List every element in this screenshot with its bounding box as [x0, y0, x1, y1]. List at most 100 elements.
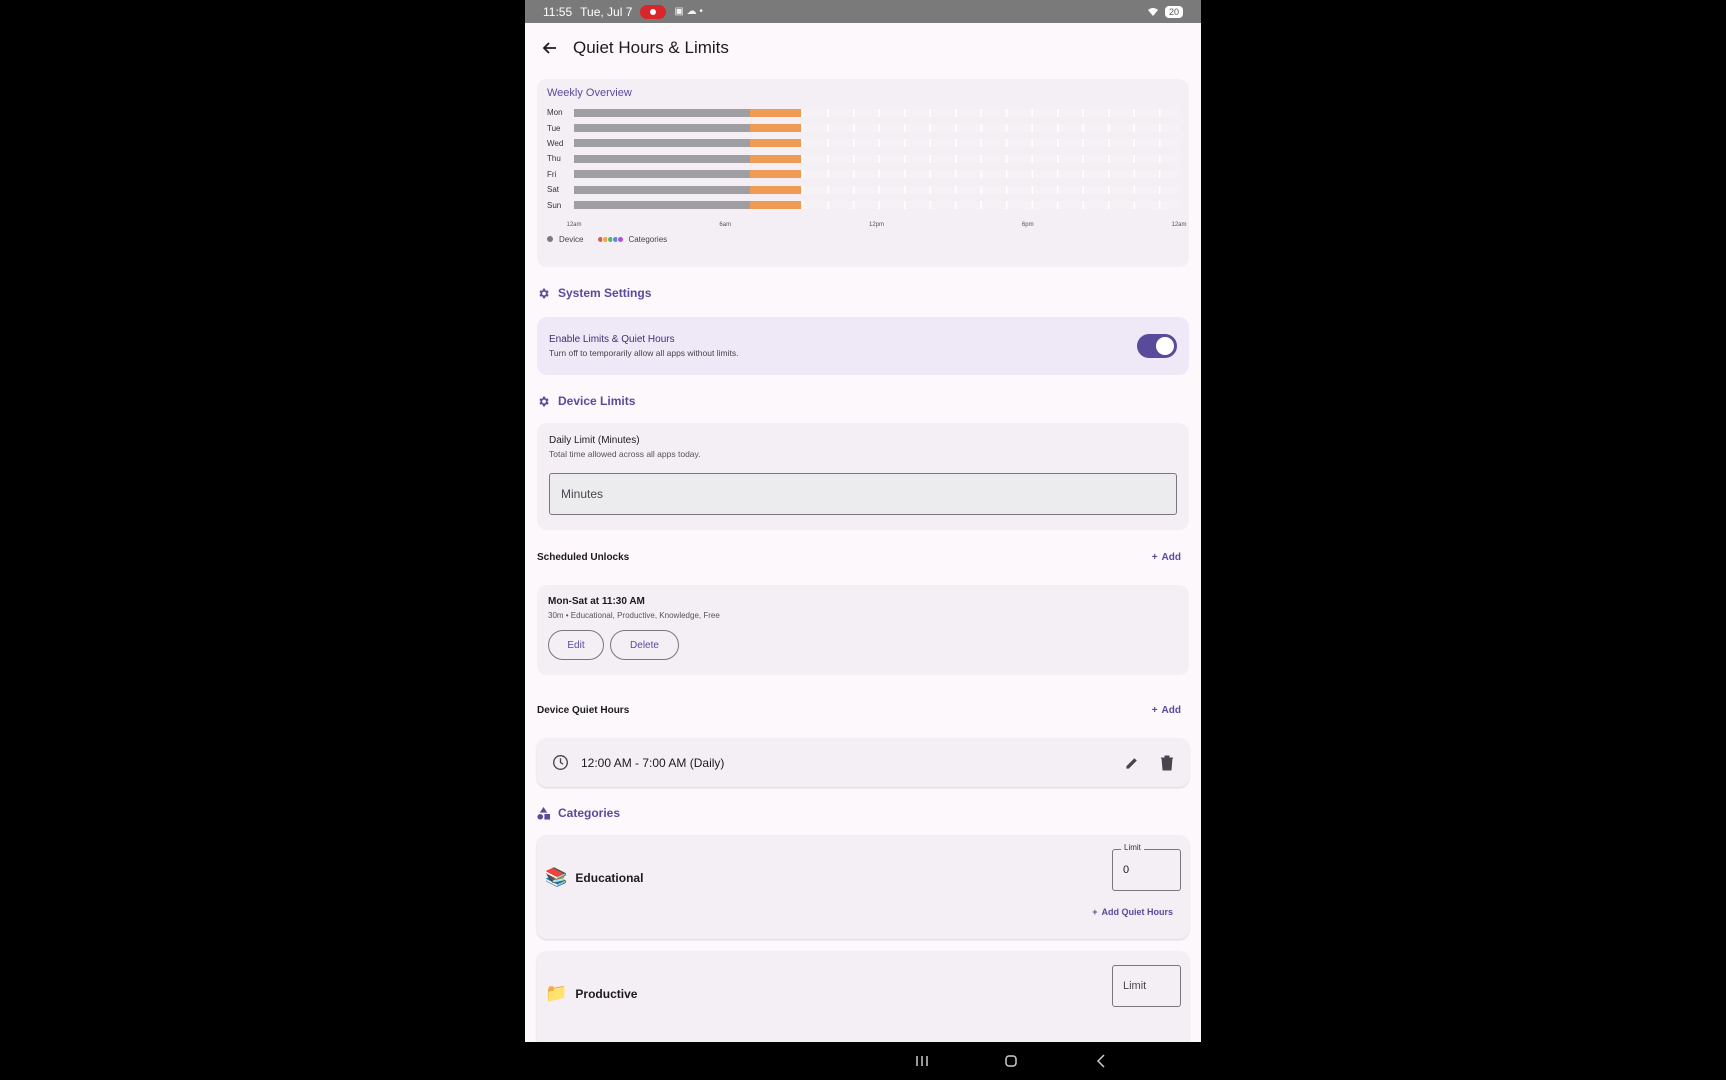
page-title: Quiet Hours & Limits: [573, 38, 729, 57]
home-icon[interactable]: [1001, 1052, 1021, 1070]
enable-limits-subtitle: Turn off to temporarily allow all apps w…: [549, 348, 739, 358]
plus-icon: +: [1092, 907, 1098, 917]
day-track: [574, 124, 1179, 133]
axis-tick-label: 12am: [566, 221, 582, 228]
legend-device-label: Device: [559, 234, 584, 244]
day-track: [574, 201, 1179, 210]
category-bar: [750, 170, 801, 179]
system-nav-bar: [0, 1042, 1726, 1080]
gear-icon: [539, 288, 549, 298]
axis-tick-label: 12pm: [868, 221, 885, 228]
weekly-overview-title: Weekly Overview: [547, 87, 632, 99]
system-settings-title: System Settings: [558, 286, 652, 300]
daily-limit-subtitle: Total time allowed across all apps today…: [549, 449, 701, 459]
clock-icon: [553, 755, 568, 770]
category-bar: [750, 154, 801, 163]
device-legend-dot: [547, 236, 553, 243]
unlock-item-subtitle: 30m • Educational, Productive, Knowledge…: [548, 611, 720, 620]
limit-placeholder: Limit: [1123, 980, 1147, 992]
day-label: Sun: [547, 200, 562, 210]
day-label: Sat: [547, 185, 560, 195]
limit-value: 0: [1123, 864, 1130, 876]
scheduled-unlocks-header: Scheduled Unlocks + Add: [537, 541, 1189, 573]
trash-icon[interactable]: [1160, 755, 1174, 771]
category-card-productive: 📁 Productive Limit: [537, 951, 1189, 1042]
category-card-educational: 📚 Educational Limit 0 + Add Quiet Hours: [537, 835, 1189, 939]
chart-row: Sat: [547, 182, 1179, 197]
recents-icon[interactable]: [912, 1052, 932, 1070]
daily-limit-card: Daily Limit (Minutes) Total time allowed…: [537, 423, 1189, 530]
axis-tick-label: 6am: [719, 221, 732, 228]
day-track: [574, 154, 1179, 163]
legend-categories-label: Categories: [628, 234, 668, 244]
add-quiet-hours-button[interactable]: + Add: [1152, 705, 1181, 716]
enable-limits-title: Enable Limits & Quiet Hours: [549, 334, 675, 345]
day-label: Wed: [547, 138, 564, 148]
chart-row: Wed: [547, 136, 1179, 151]
status-bar: 11:55 Tue, Jul 7 ▣ ☁ • 20: [525, 0, 1201, 23]
quiet-hours-item[interactable]: 12:00 AM - 7:00 AM (Daily): [537, 738, 1189, 787]
enable-limits-toggle[interactable]: [1137, 334, 1177, 358]
day-label: Thu: [547, 154, 561, 164]
app-bar: Quiet Hours & Limits: [525, 23, 1201, 73]
weekly-chart: Mon Tue Wed Thu Fri Sat Sun: [547, 105, 1179, 213]
scheduled-unlocks-title: Scheduled Unlocks: [537, 551, 630, 563]
delete-unlock-button[interactable]: Delete: [610, 630, 679, 660]
device-limits-heading: Device Limits: [537, 387, 1189, 415]
category-bar: [750, 139, 801, 148]
device-quiet-hours-title: Device Quiet Hours: [537, 704, 630, 716]
category-bar: [750, 185, 801, 194]
add-quiet-hours-category-label: Add Quiet Hours: [1101, 907, 1174, 917]
day-label: Tue: [547, 123, 561, 133]
category-name: Productive: [575, 986, 638, 1001]
edit-unlock-button[interactable]: Edit: [548, 630, 604, 660]
daily-limit-title: Daily Limit (Minutes): [549, 435, 640, 446]
books-icon: 📚: [545, 867, 568, 887]
axis-tick-label: 12am: [1171, 221, 1187, 228]
folder-icon: 📁: [545, 983, 568, 1003]
back-button[interactable]: [539, 38, 559, 58]
categories-legend-dots: [597, 235, 625, 243]
minutes-input[interactable]: Minutes: [549, 473, 1177, 515]
chart-legend: Device Categories: [547, 235, 1179, 244]
categories-title: Categories: [558, 806, 621, 820]
device-bar: [574, 154, 751, 163]
productive-limit-input[interactable]: Limit: [1112, 965, 1181, 1007]
system-settings-heading: System Settings: [537, 279, 1189, 307]
quiet-hours-text: 12:00 AM - 7:00 AM (Daily): [581, 755, 725, 770]
plus-icon: +: [1151, 704, 1158, 716]
category-bar: [750, 124, 801, 133]
category-name: Educational: [575, 870, 644, 885]
day-label: Fri: [547, 169, 557, 179]
day-track: [574, 170, 1179, 179]
app-screen: 11:55 Tue, Jul 7 ▣ ☁ • 20 Quiet Hours & …: [525, 0, 1201, 1042]
add-unlock-button[interactable]: + Add: [1152, 552, 1181, 563]
notification-icons: ▣ ☁ •: [674, 6, 703, 17]
device-bar: [574, 185, 751, 194]
edit-icon[interactable]: [1124, 755, 1140, 771]
device-bar: [574, 170, 751, 179]
weekly-chart-axis: 12am 6am 12pm 6pm 12am: [566, 213, 1186, 233]
unlock-item-card: Mon-Sat at 11:30 AM 30m • Educational, P…: [537, 585, 1189, 675]
chart-row: Mon: [547, 105, 1179, 120]
nav-back-icon[interactable]: [1091, 1052, 1111, 1070]
day-label: Mon: [547, 108, 563, 118]
category-bar: [750, 108, 801, 117]
add-unlock-label: Add: [1161, 551, 1181, 563]
category-color-dot: [617, 235, 625, 243]
category-bar: [750, 201, 801, 210]
screen-record-icon: [640, 4, 667, 19]
add-quiet-hours-category-button[interactable]: + Add Quiet Hours: [1092, 907, 1173, 917]
axis-tick-label: 6pm: [1021, 221, 1034, 228]
chart-row: Tue: [547, 120, 1179, 135]
day-track: [574, 108, 1179, 117]
battery-icon: 20: [1164, 5, 1183, 18]
day-track: [574, 185, 1179, 194]
device-bar: [574, 108, 751, 117]
status-date: Tue, Jul 7: [580, 4, 633, 19]
chart-row: Fri: [547, 167, 1179, 182]
plus-icon: +: [1151, 551, 1158, 563]
educational-limit-input[interactable]: Limit 0: [1112, 843, 1181, 891]
weekly-overview-card: Weekly Overview Mon Tue Wed Thu Fri Sat Sun 12…: [537, 79, 1189, 267]
add-quiet-hours-label: Add: [1161, 704, 1181, 716]
